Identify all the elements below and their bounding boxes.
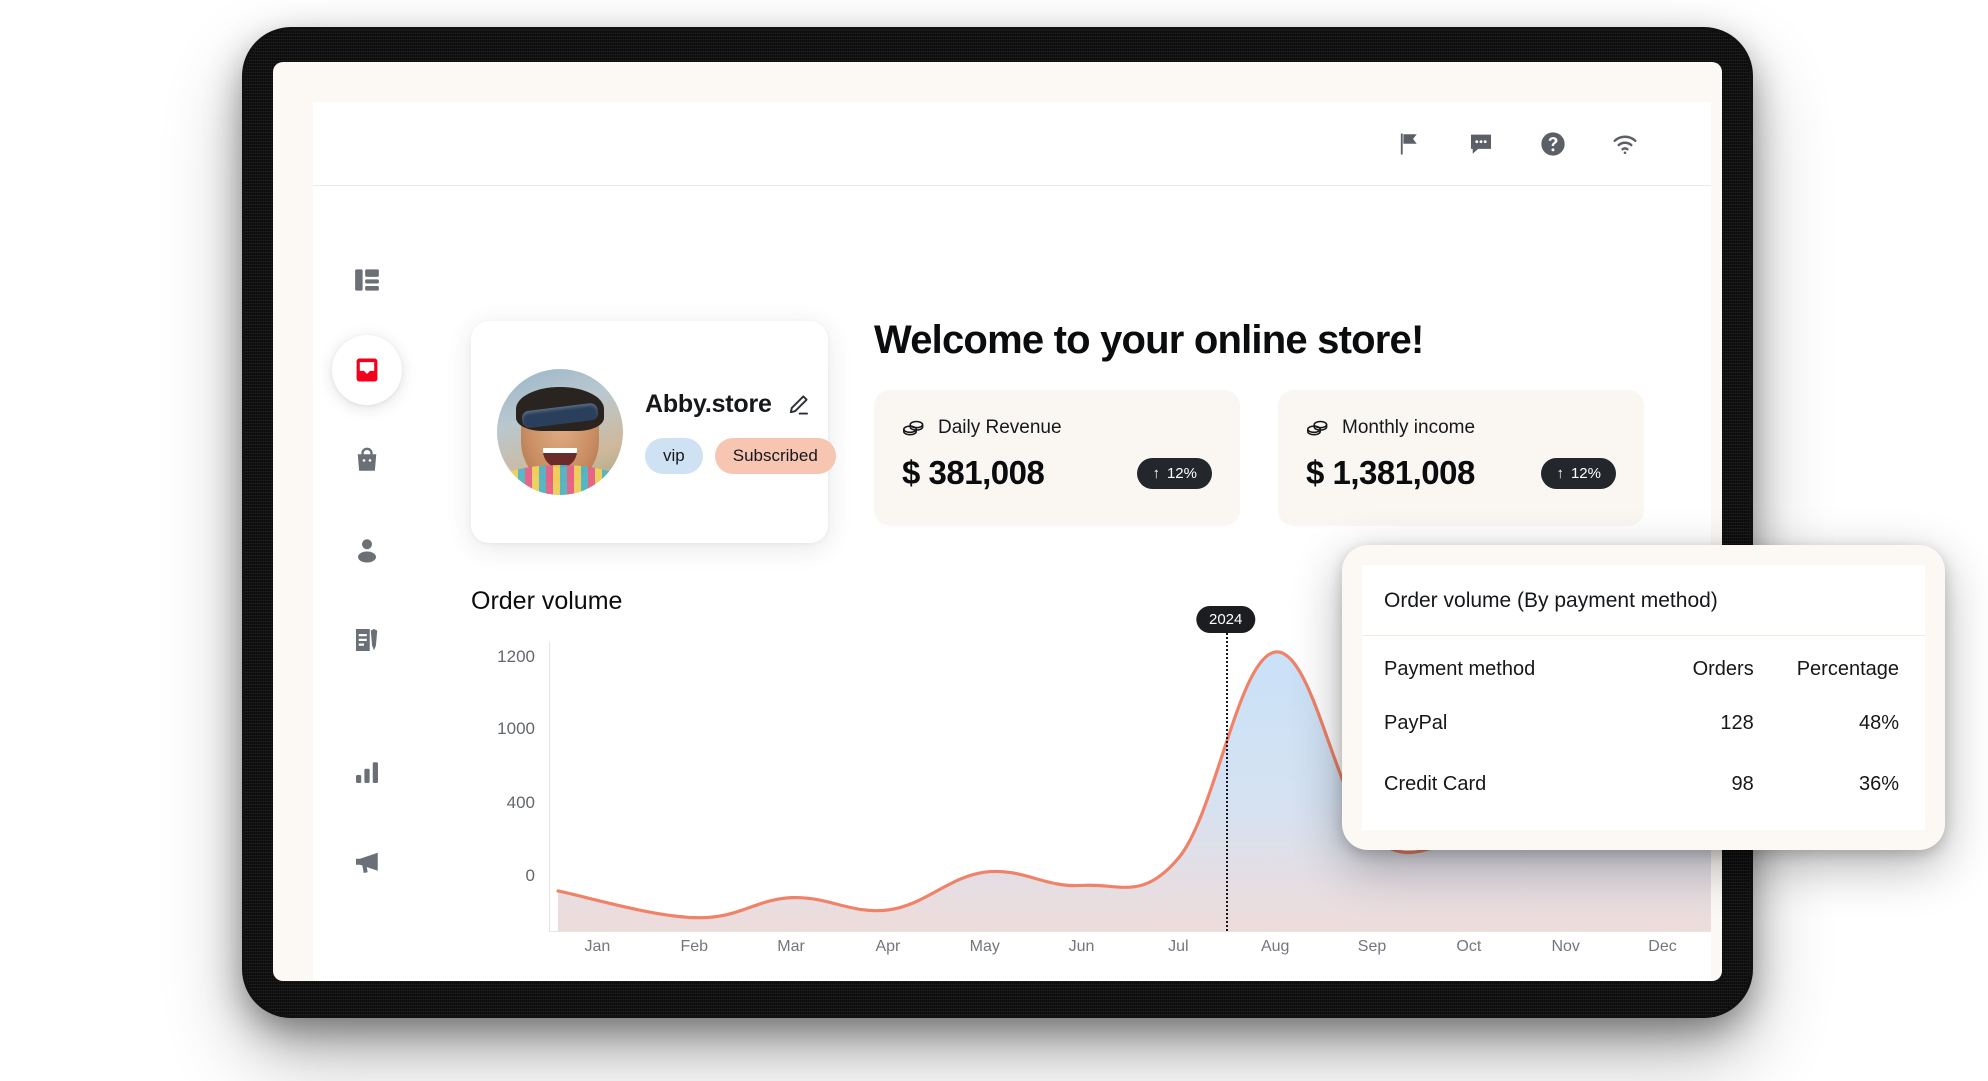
edit-pencil-icon[interactable] [786,393,810,417]
x-axis-tick: Nov [1551,938,1580,955]
y-axis: 1200 1000 400 0 [471,642,549,932]
chart-marker-line [1225,624,1228,931]
store-name: Abby.store [645,390,772,418]
x-axis-tick: Jan [584,938,611,955]
sidebar [313,187,421,981]
x-axis-tick: Dec [1648,938,1677,955]
x-axis-tick: Feb [680,938,709,955]
megaphone-icon [352,847,382,877]
store-profile-card: Abby.store vip Subscribed [471,321,836,543]
x-axis-tick: Aug [1260,938,1290,955]
cell-orders: 98 [1731,773,1754,795]
stat-head: Monthly income [1306,416,1616,440]
table-row[interactable]: Credit Card 98 36% [1362,754,1925,815]
table-body: PayPal 128 48% Credit Card 98 36% [1362,693,1925,815]
sidebar-item-customers[interactable] [332,515,402,585]
profile-badges: vip Subscribed [645,438,836,474]
trend-badge: ↑ 12% [1137,457,1212,489]
sidebar-item-inbox[interactable] [332,335,402,405]
column-percentage: Percentage [1796,658,1899,680]
x-axis-tick: Jun [1068,938,1095,955]
store-name-row: Abby.store [645,390,836,419]
dashboard-icon [352,265,382,295]
trend-badge: ↑ 12% [1541,457,1616,489]
stat-body: $ 381,008 ↑ 12% [902,454,1212,492]
badge-subscribed[interactable]: Subscribed [714,438,836,474]
avatar [497,369,623,495]
x-axis-tick: Jul [1168,938,1189,955]
top-bar [313,102,1711,186]
person-icon [352,535,382,565]
cell-orders: 128 [1720,712,1754,734]
help-icon[interactable] [1539,130,1567,158]
wifi-icon[interactable] [1611,130,1639,158]
popup-card: Order volume (By payment method) Payment… [1362,565,1925,830]
stat-card-daily-revenue[interactable]: Daily Revenue $ 381,008 ↑ 12% [874,390,1240,526]
coins-icon [1306,416,1330,440]
y-axis-tick: 400 [506,793,535,812]
x-axis-tick: Mar [777,938,805,955]
cell-percentage: 36% [1858,773,1899,795]
x-axis-tick: Apr [875,938,901,955]
trend-value: 12% [1166,464,1197,482]
profile-details: Abby.store vip Subscribed [645,390,836,474]
popup-title: Order volume (By payment method) [1362,565,1925,636]
table-header-row: Payment method Orders Percentage [1362,636,1925,693]
sidebar-item-products[interactable] [332,425,402,495]
stat-head: Daily Revenue [902,416,1212,440]
sidebar-item-dashboard[interactable] [332,245,402,315]
shopping-bag-icon [352,445,382,475]
x-axis: Jan Feb Mar Apr May Jun Jul Aug Sep Oct Nov Dec [549,938,1711,956]
cell-payment-method: PayPal [1384,712,1448,734]
stat-value: $ 1,381,008 [1306,454,1475,491]
page-title: Welcome to your online store! [874,318,1424,362]
trend-arrow-icon: ↑ [1152,464,1160,482]
trend-arrow-icon: ↑ [1556,464,1564,482]
payment-method-popup: Order volume (By payment method) Payment… [1342,545,1945,850]
document-pencil-icon [352,625,382,655]
payment-method-table: Payment method Orders Percentage PayPal 1… [1362,636,1925,815]
flag-icon[interactable] [1395,130,1423,158]
stat-label: Monthly income [1342,417,1476,438]
sidebar-item-marketing[interactable] [332,827,402,897]
y-axis-tick: 1200 [497,647,535,666]
sidebar-item-content[interactable] [332,605,402,675]
screenshot-root: Abby.store vip Subscribed Welcome to you… [0,0,1988,1081]
trend-value: 12% [1570,464,1601,482]
y-axis-tick: 0 [525,866,535,885]
inbox-icon [351,354,383,386]
badge-vip[interactable]: vip [645,438,703,474]
bar-chart-icon [352,757,382,787]
x-axis-tick: Sep [1357,938,1387,955]
table-header: Payment method Orders Percentage [1362,636,1925,693]
x-axis-tick: Oct [1456,938,1482,955]
column-orders: Orders [1692,658,1754,680]
y-axis-tick: 1000 [497,719,535,738]
chart-title: Order volume [471,587,623,615]
coins-icon [902,416,926,440]
stat-body: $ 1,381,008 ↑ 12% [1306,454,1616,492]
table-row[interactable]: PayPal 128 48% [1362,693,1925,754]
stat-value: $ 381,008 [902,454,1045,491]
stat-card-row: Daily Revenue $ 381,008 ↑ 12% Monthly in… [874,390,1644,526]
cell-percentage: 48% [1858,712,1899,734]
cell-payment-method: Credit Card [1384,773,1487,795]
sidebar-item-analytics[interactable] [332,737,402,807]
top-bar-icon-group [1395,130,1639,158]
column-payment-method: Payment method [1384,658,1536,680]
stat-label: Daily Revenue [938,417,1062,438]
x-axis-tick: May [969,938,1000,955]
chart-marker-label: 2024 [1196,606,1256,633]
stat-card-monthly-income[interactable]: Monthly income $ 1,381,008 ↑ 12% [1278,390,1644,526]
chat-icon[interactable] [1467,130,1495,158]
avatar-lei [497,465,623,495]
